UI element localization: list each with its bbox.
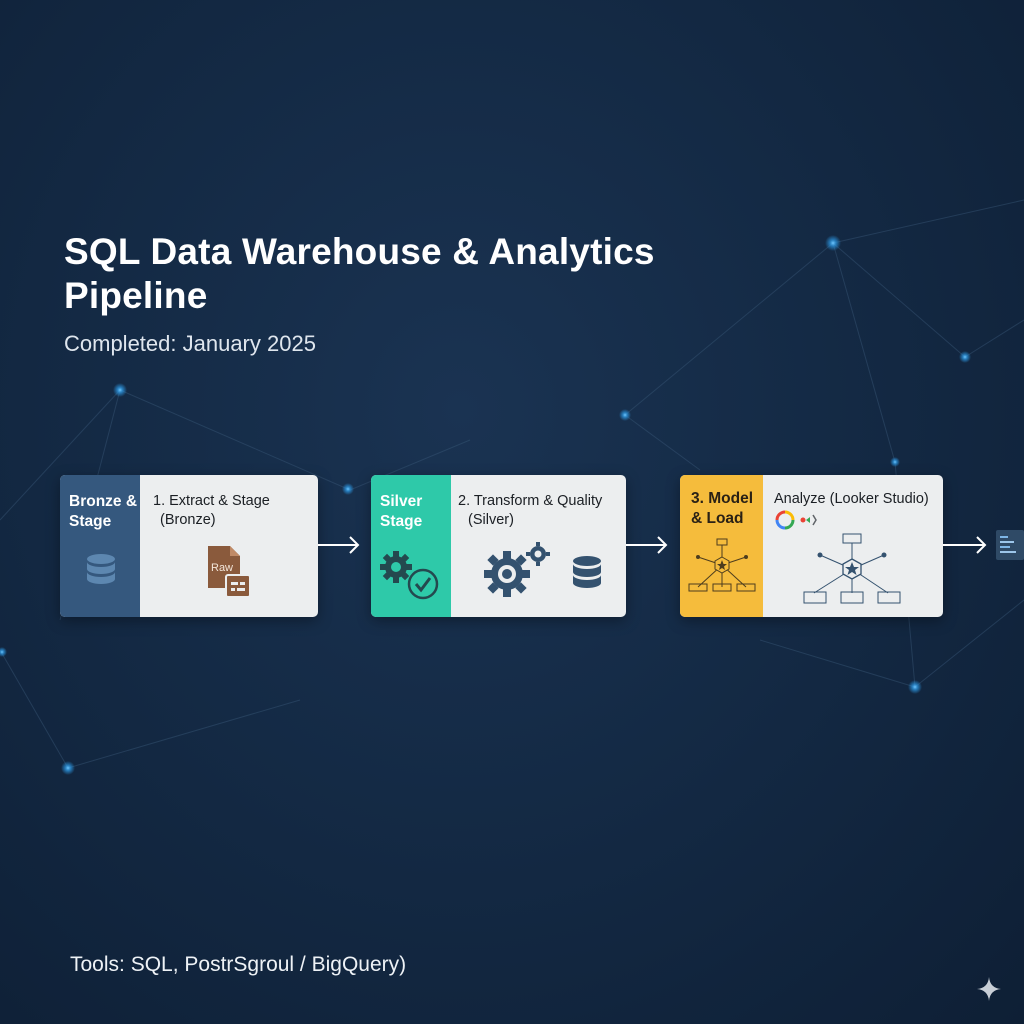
raw-file-label: Raw [211, 562, 234, 574]
stage-card-bronze: Bronze & Stage 1. Extract & Stage (Bronz… [60, 475, 318, 617]
gears-icon [484, 542, 550, 597]
star-schema-icon [803, 533, 901, 604]
arrow-icon [318, 536, 360, 554]
arrow-icon [943, 536, 987, 554]
silver-strip: Silver Stage [371, 475, 451, 617]
database-icon [87, 554, 115, 584]
raw-file-icon: Raw [206, 545, 252, 599]
stage-label-line2: (Bronze) [160, 512, 216, 528]
sparkle-icon [977, 977, 1001, 1001]
bronze-strip: Bronze & Stage [60, 475, 140, 617]
strip-label-model: 3. Model & Load [691, 490, 754, 527]
stage-label-line1: 2. Transform & Quality [458, 493, 603, 509]
stage-label-analyze: Analyze (Looker Studio) [774, 491, 929, 507]
strip-label-bronze: Bronze & Stage [69, 493, 138, 530]
gold-strip: 3. Model & Load [680, 475, 763, 617]
stage-card-gold: 3. Model & Load Analyze (Looker Studio) [680, 475, 943, 617]
looker-studio-icon [775, 510, 817, 530]
dashboard-icon [996, 530, 1024, 560]
tools-caption: Tools: SQL, PostrSgroul / BigQuery) [70, 953, 407, 976]
stage-label-line1: 1. Extract & Stage [153, 493, 270, 509]
stage-label-transform: 2. Transform & Quality (Silver) [458, 492, 602, 530]
stage-label-extract: 1. Extract & Stage (Bronze) [153, 492, 270, 530]
database-icon [573, 556, 601, 588]
strip-label-silver: Silver Stage [380, 493, 423, 530]
arrow-icon [626, 536, 668, 554]
stage-label-line2: (Silver) [468, 512, 514, 528]
stage-card-silver: Silver Stage 2. Transform & Quality (Sil… [371, 475, 626, 617]
page-title: SQL Data Warehouse & Analytics Pipeline [64, 231, 655, 316]
completion-date: Completed: January 2025 [64, 331, 316, 356]
gear-check-icon [380, 551, 439, 600]
star-schema-small-icon [688, 538, 756, 592]
